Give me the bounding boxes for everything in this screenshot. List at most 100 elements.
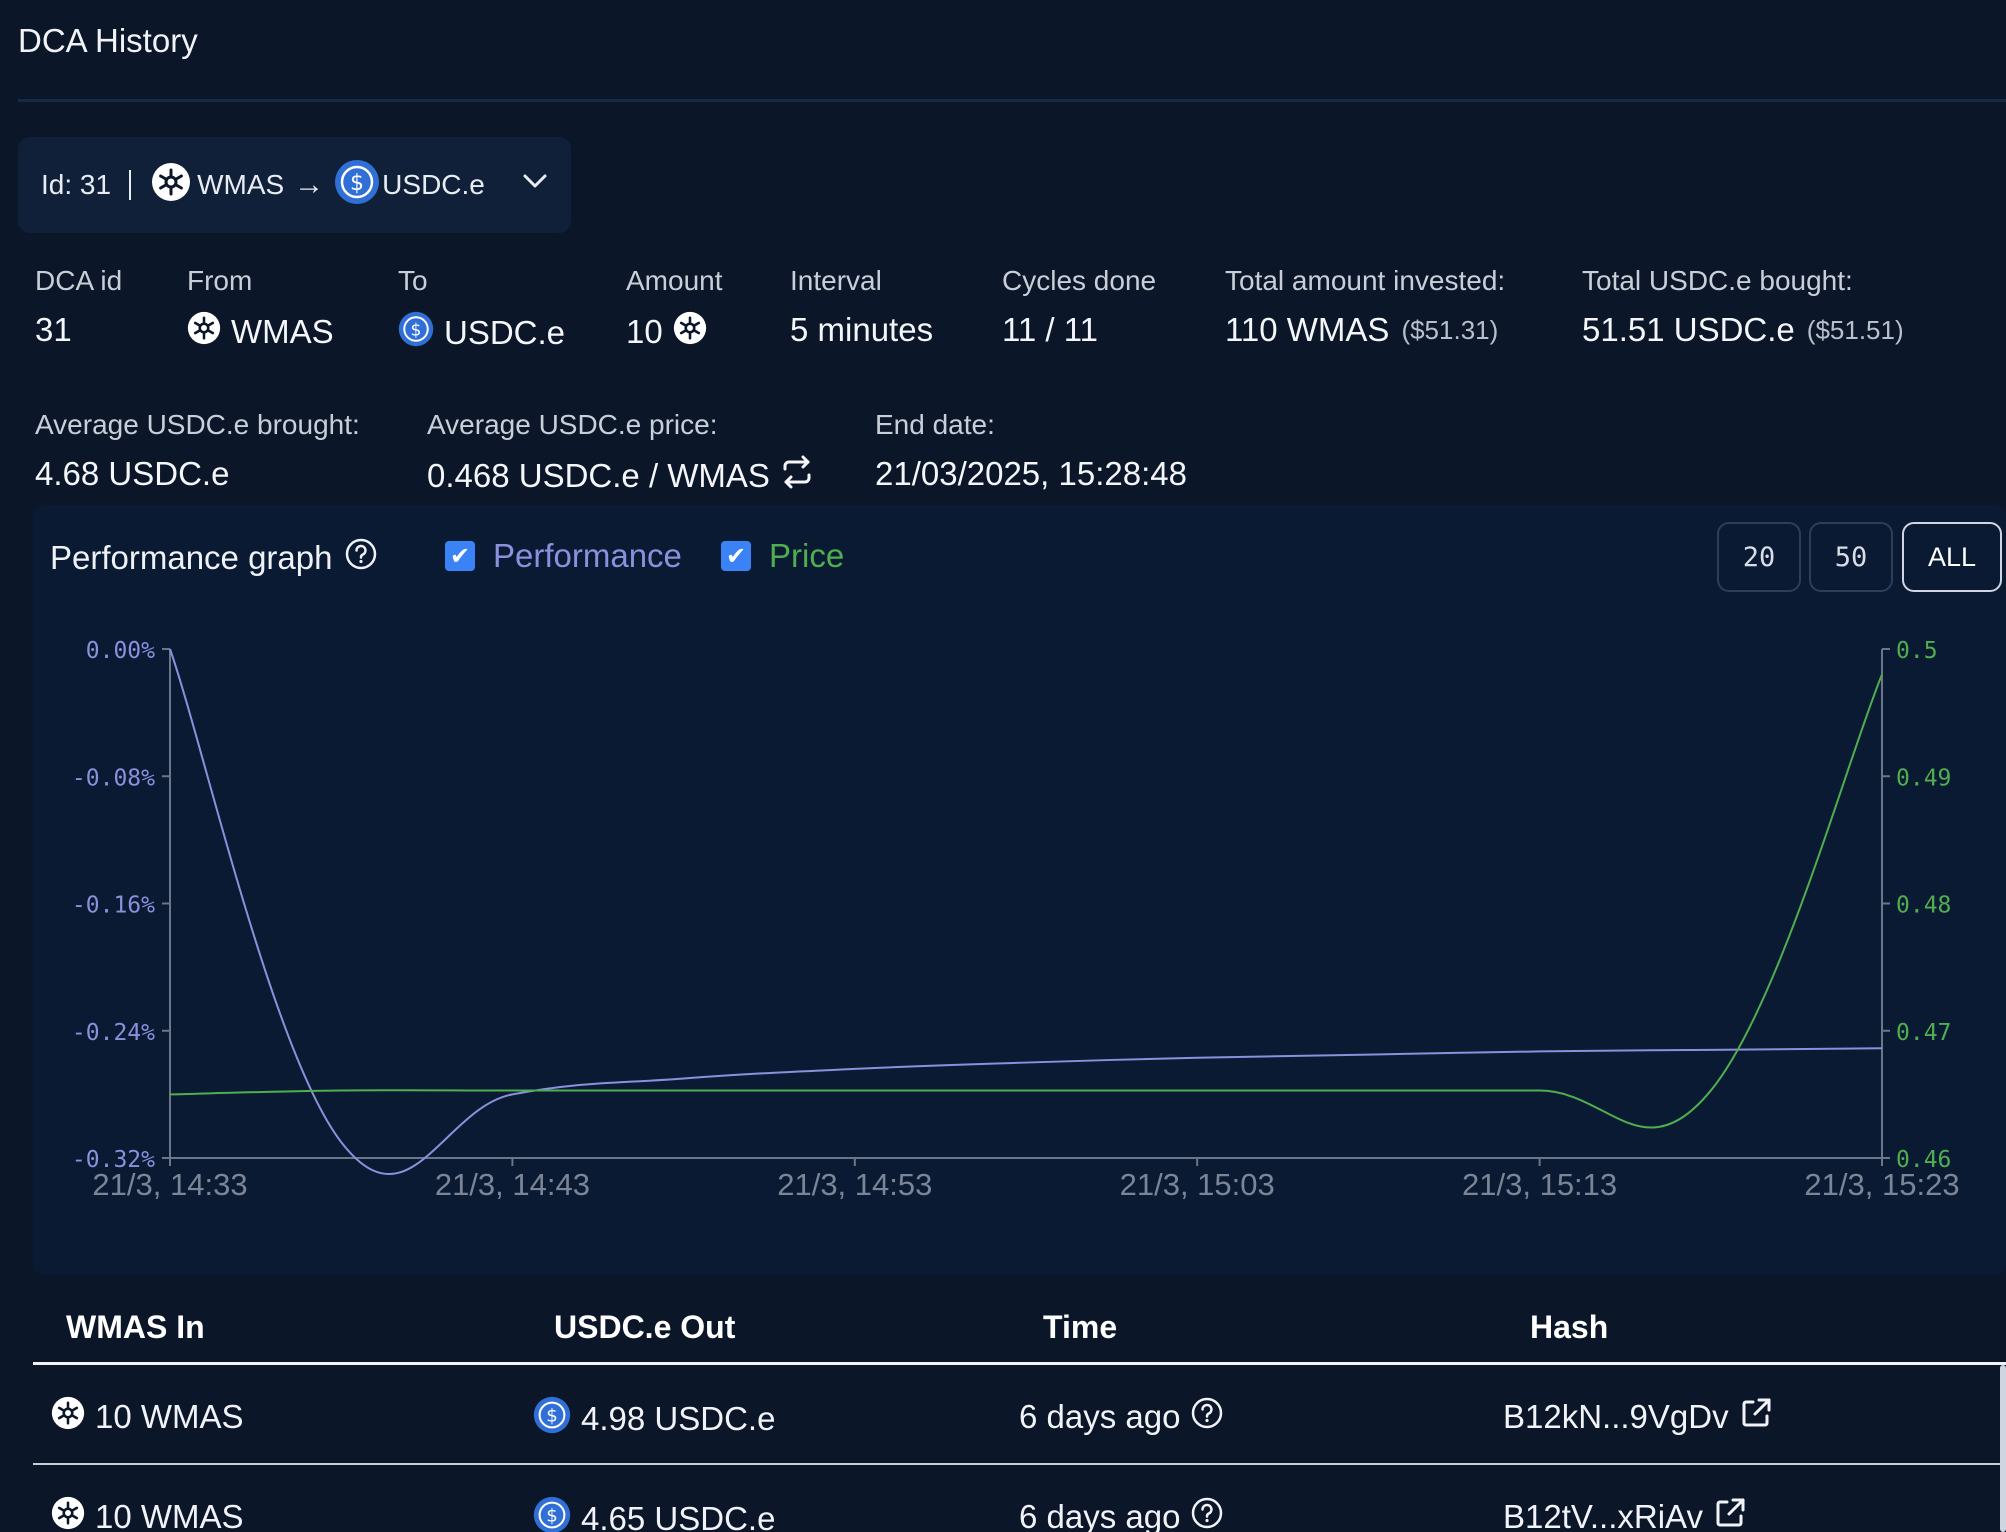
- stat-value: 5 minutes: [790, 311, 934, 348]
- cell-time: 6 days ago: [1019, 1496, 1224, 1532]
- stat-usd-value: ($51.51): [1806, 314, 1904, 345]
- stat-label: Average USDC.e price:: [427, 409, 718, 440]
- usdc-icon: $: [533, 1396, 571, 1442]
- table-row: 10 WMAS $ 4.98 USDC.e 6 days ago B12kN..…: [33, 1365, 2006, 1465]
- wmas-icon: [187, 311, 221, 353]
- table-header: WMAS In USDC.e Out Time Hash: [33, 1277, 2006, 1365]
- cell-hash-link[interactable]: B12kN...9VgDv: [1503, 1396, 1773, 1438]
- selector-from-token: WMAS: [197, 169, 285, 200]
- x-tick-label: 21/3, 15:13: [1462, 1167, 1617, 1202]
- y-left-tick-label: -0.08%: [72, 765, 155, 791]
- stat-label: Average USDC.e brought:: [35, 409, 360, 440]
- stat-dca-id: DCA id 31: [35, 265, 122, 349]
- column-header-time[interactable]: Time: [1043, 1309, 1117, 1346]
- svg-text:$: $: [546, 1506, 558, 1527]
- y-right-tick-label: 0.49: [1896, 765, 1951, 791]
- stat-label: Total amount invested:: [1225, 265, 1506, 296]
- stat-from: From WMAS: [187, 265, 334, 353]
- wmas-icon: [673, 311, 707, 353]
- stat-average-bought: Average USDC.e brought: 4.68 USDC.e: [35, 409, 360, 493]
- cell-text[interactable]: B12tV...xRiAv: [1503, 1498, 1703, 1532]
- y-right-tick-label: 0.5: [1896, 638, 1938, 664]
- cell-text: 4.65 USDC.e: [581, 1500, 776, 1532]
- selector-separator: [129, 170, 132, 200]
- stat-value: 31: [35, 311, 72, 348]
- series-line-performance: [169, 648, 1883, 1175]
- usdc-icon: $: [334, 159, 380, 212]
- y-right-tick-label: 0.48: [1896, 893, 1951, 919]
- y-left-tick-label: -0.16%: [72, 893, 155, 919]
- y-right-tick-label: 0.47: [1896, 1020, 1951, 1046]
- stat-value: 21/03/2025, 15:28:48: [875, 455, 1187, 492]
- usdc-icon: $: [533, 1496, 571, 1532]
- swap-icon[interactable]: [780, 455, 814, 497]
- cell-text[interactable]: B12kN...9VgDv: [1503, 1398, 1729, 1436]
- stat-label: Cycles done: [1002, 265, 1157, 296]
- performance-chart: 0.00%-0.08%-0.16%-0.24%-0.32%0.50.490.48…: [72, 638, 1960, 1202]
- stat-value: 11 / 11: [1002, 311, 1099, 348]
- y-left-tick-label: 0.00%: [86, 638, 155, 664]
- cell-wmas-in: 10 WMAS: [51, 1496, 244, 1532]
- stat-label: Amount: [626, 265, 723, 296]
- table-scrollbar[interactable]: [2000, 1365, 2006, 1532]
- cell-wmas-in: 10 WMAS: [51, 1396, 244, 1438]
- series-line-price: [169, 674, 1883, 1129]
- stat-value: WMAS: [231, 313, 334, 350]
- swap-history-table: WMAS In USDC.e Out Time Hash 10 WMAS $ 4…: [33, 1277, 2006, 1532]
- cell-text: 10 WMAS: [95, 1498, 244, 1532]
- stat-amount: Amount 10: [626, 265, 723, 353]
- stat-total-bought: Total USDC.e bought: 51.51 USDC.e ($51.5…: [1582, 265, 1904, 349]
- cell-text: 10 WMAS: [95, 1398, 244, 1435]
- svg-text:$: $: [411, 320, 422, 340]
- stat-cycles-done: Cycles done 11 / 11: [1002, 265, 1156, 349]
- x-tick-label: 21/3, 14:43: [435, 1167, 590, 1202]
- title-divider: [18, 99, 2006, 102]
- stat-label: End date:: [875, 409, 995, 440]
- external-link-icon[interactable]: [1739, 1396, 1773, 1438]
- x-tick-label: 21/3, 14:33: [92, 1167, 247, 1202]
- cell-time: 6 days ago: [1019, 1396, 1224, 1438]
- stat-label: From: [187, 265, 253, 296]
- arrow-right-icon: →: [294, 168, 325, 201]
- stat-value: 0.468 USDC.e / WMAS: [427, 457, 770, 494]
- selector-id-label: Id: 31: [41, 169, 112, 200]
- stat-value: 110 WMAS: [1225, 311, 1390, 348]
- selector-to-token: USDC.e: [382, 169, 485, 200]
- performance-graph-card: Performance graph ✔ Performance ✔ Price …: [33, 505, 2006, 1275]
- stat-label: DCA id: [35, 265, 123, 296]
- column-header-wmas-in[interactable]: WMAS In: [66, 1309, 205, 1346]
- page-title: DCA History: [18, 22, 198, 59]
- cell-usdc-out: $ 4.65 USDC.e: [533, 1496, 775, 1532]
- dca-selector-dropdown[interactable]: Id: 31 WMAS → $ USDC.e: [18, 137, 571, 233]
- stat-label: Total USDC.e bought:: [1582, 265, 1853, 296]
- x-tick-label: 21/3, 15:23: [1804, 1167, 1959, 1202]
- cell-usdc-out: $ 4.98 USDC.e: [533, 1396, 775, 1442]
- wmas-icon: [51, 1396, 85, 1438]
- usdc-icon: $: [398, 311, 434, 355]
- stat-total-invested: Total amount invested: 110 WMAS ($51.31): [1225, 265, 1505, 349]
- column-header-usdc-out[interactable]: USDC.e Out: [554, 1309, 735, 1346]
- svg-text:$: $: [546, 1406, 558, 1427]
- stat-end-date: End date: 21/03/2025, 15:28:48: [875, 409, 1187, 493]
- x-tick-label: 21/3, 14:53: [777, 1167, 932, 1202]
- stat-interval: Interval 5 minutes: [790, 265, 933, 349]
- stat-value: 10: [626, 313, 663, 350]
- stat-label: To: [398, 265, 428, 296]
- y-left-tick-label: -0.24%: [72, 1020, 155, 1046]
- stat-value: 4.68 USDC.e: [35, 455, 230, 492]
- stat-value: USDC.e: [444, 314, 566, 351]
- cell-text: 6 days ago: [1019, 1398, 1181, 1435]
- cell-text: 6 days ago: [1019, 1498, 1181, 1532]
- chevron-down-icon[interactable]: [521, 167, 549, 202]
- help-icon[interactable]: [1190, 1496, 1224, 1532]
- external-link-icon[interactable]: [1713, 1496, 1747, 1532]
- column-header-hash[interactable]: Hash: [1530, 1309, 1608, 1346]
- stat-usd-value: ($51.31): [1401, 314, 1499, 345]
- cell-text: 4.98 USDC.e: [581, 1400, 776, 1437]
- svg-text:$: $: [350, 171, 364, 196]
- wmas-icon: [51, 1496, 85, 1532]
- help-icon[interactable]: [1190, 1396, 1224, 1438]
- x-tick-label: 21/3, 15:03: [1120, 1167, 1275, 1202]
- stat-label: Interval: [790, 265, 882, 296]
- cell-hash-link[interactable]: B12tV...xRiAv: [1503, 1496, 1747, 1532]
